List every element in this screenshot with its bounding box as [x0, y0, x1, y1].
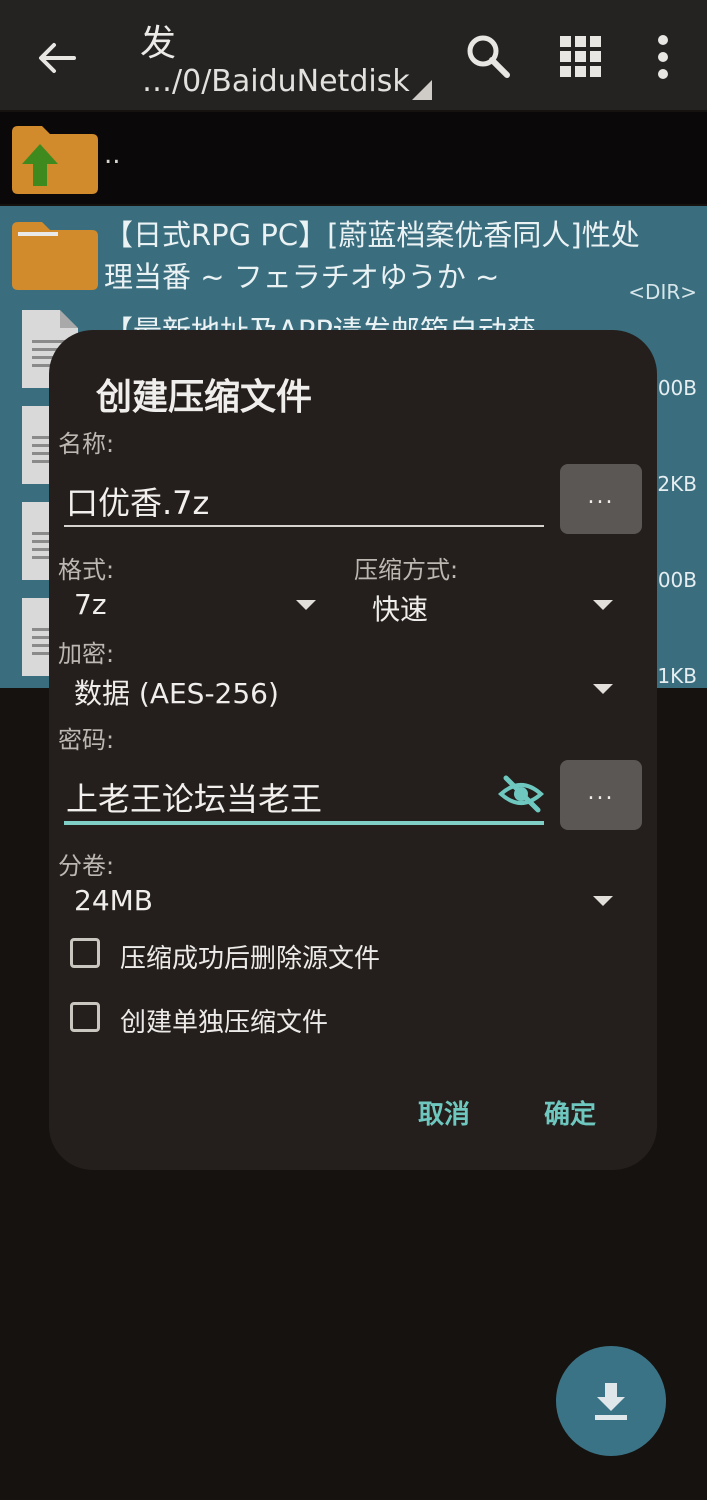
password-label: 密码:: [58, 726, 115, 754]
name-label: 名称:: [58, 430, 115, 458]
browse-password-button[interactable]: ...: [560, 760, 642, 830]
format-select[interactable]: 7z: [74, 588, 107, 621]
method-select[interactable]: 快速: [372, 588, 428, 628]
visibility-off-icon[interactable]: [498, 774, 544, 814]
dialog-title: 创建压缩文件: [96, 377, 313, 418]
folder-icon: [12, 222, 98, 290]
password-input[interactable]: 上老王论坛当老王: [66, 774, 322, 820]
method-label: 压缩方式:: [354, 556, 459, 584]
name-underline: [64, 525, 544, 527]
format-label: 格式:: [58, 556, 115, 584]
cancel-button[interactable]: 取消: [418, 1094, 470, 1131]
folder-up-icon: [12, 126, 98, 194]
dir-tag: <DIR>: [628, 280, 697, 304]
split-dropdown-icon[interactable]: [593, 896, 613, 906]
more-vert-icon[interactable]: [648, 34, 678, 80]
encrypt-select[interactable]: 数据 (AES-256): [74, 672, 279, 712]
separate-archive-label[interactable]: 创建单独压缩文件: [120, 1002, 328, 1039]
split-label: 分卷:: [58, 852, 115, 880]
search-icon[interactable]: [465, 33, 511, 79]
file-size: .00B: [651, 376, 697, 400]
split-select[interactable]: 24MB: [74, 884, 153, 917]
ok-button[interactable]: 确定: [544, 1094, 596, 1131]
password-underline: [64, 821, 544, 825]
app-bar: 发 …/0/BaiduNetdisk: [0, 0, 707, 110]
file-size: .00B: [651, 568, 697, 592]
browse-name-button[interactable]: ...: [560, 464, 642, 534]
encrypt-label: 加密:: [58, 640, 115, 668]
method-dropdown-icon[interactable]: [593, 600, 613, 610]
path-breadcrumb[interactable]: …/0/BaiduNetdisk: [142, 64, 410, 99]
format-dropdown-icon[interactable]: [296, 600, 316, 610]
separate-archive-checkbox[interactable]: [70, 1002, 100, 1032]
encrypt-dropdown-icon[interactable]: [593, 684, 613, 694]
delete-source-label[interactable]: 压缩成功后删除源文件: [120, 938, 380, 975]
list-item-title[interactable]: 【日式RPG PC】[蔚蓝档案优香同人]性处理当番 ~ フェラチオゆうか ~: [104, 214, 664, 298]
archive-name-input[interactable]: 口优香.7z: [66, 478, 209, 524]
page-title: 发: [140, 23, 177, 64]
delete-source-checkbox[interactable]: [70, 938, 100, 968]
create-archive-dialog: [49, 330, 657, 1170]
download-icon: [595, 1383, 627, 1420]
grid-view-icon[interactable]: [560, 36, 602, 78]
back-arrow-icon[interactable]: [34, 36, 78, 80]
path-dropdown-icon[interactable]: [412, 80, 432, 100]
download-fab[interactable]: [556, 1346, 666, 1456]
parent-folder-label: ..: [104, 140, 121, 170]
